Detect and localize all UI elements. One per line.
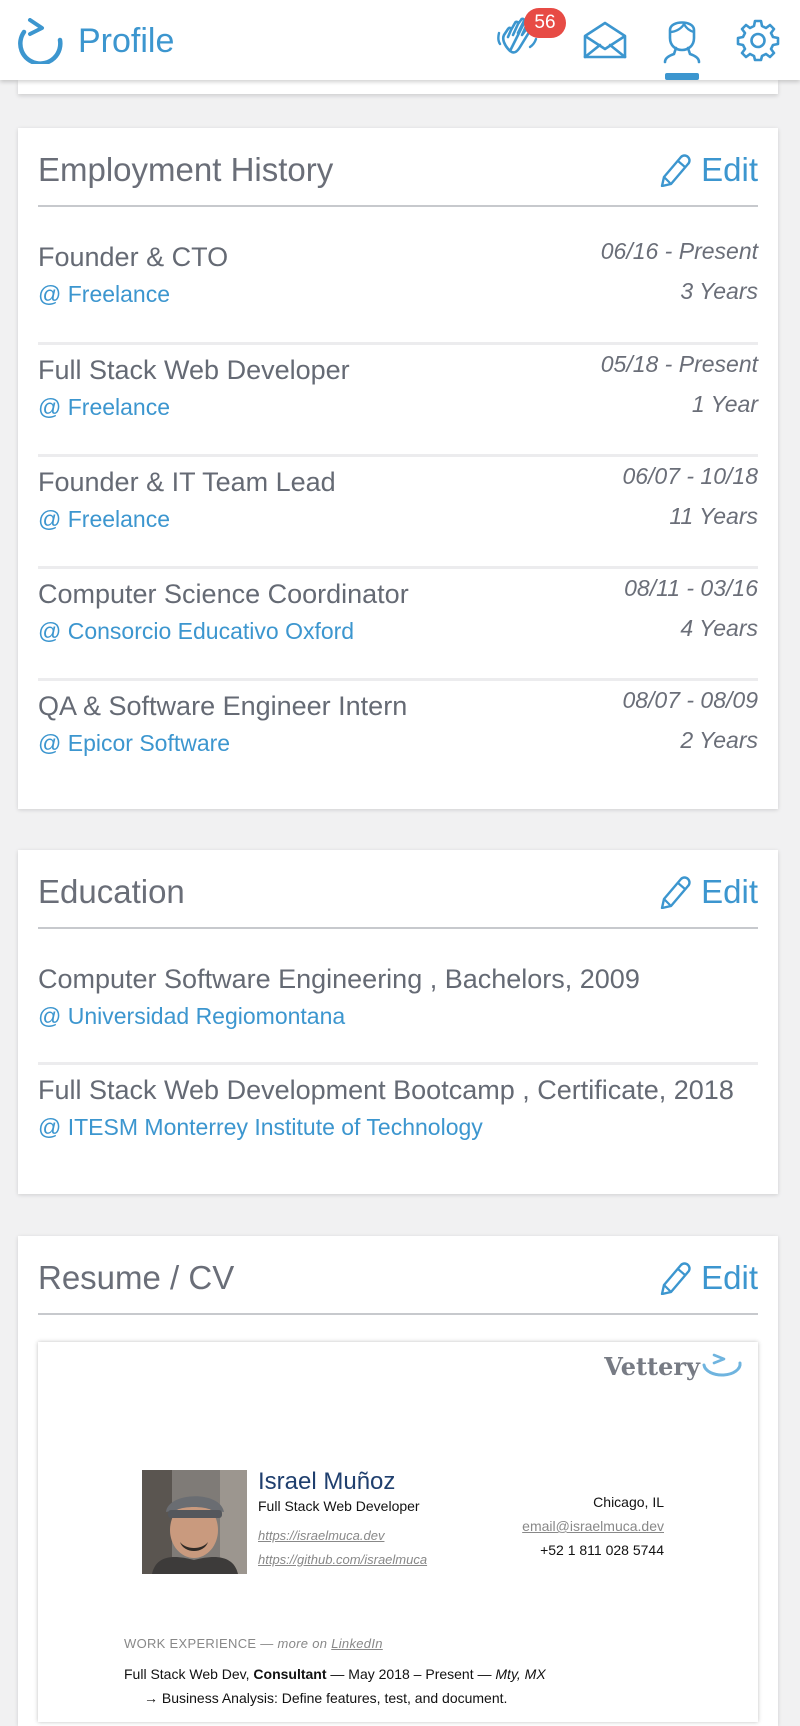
job-duration: 2 Years [680, 727, 758, 753]
job-duration: 3 Years [680, 278, 758, 304]
linkedin-link[interactable]: LinkedIn [331, 1636, 383, 1651]
job-duration: 1 Year [691, 391, 758, 417]
job-title: Founder & CTO [38, 242, 229, 272]
avatar [142, 1470, 247, 1574]
envelope-icon [583, 21, 627, 59]
job-dates: 06/07 - 10/18 [622, 463, 758, 489]
pencil-icon [660, 154, 691, 187]
gear-icon [736, 19, 780, 62]
job-title: Full Stack Web Dev, [124, 1666, 250, 1682]
resume-preview[interactable]: Vettery Israel Muñoz Full Stack Web Deve… [38, 1342, 758, 1722]
resume-edit-button[interactable]: Edit [659, 1256, 758, 1300]
job-role: Consultant [253, 1666, 327, 1682]
education-edit-button[interactable]: Edit [659, 870, 758, 914]
employment-history-card: Employment History Edit Founder & CTO @ … [18, 128, 778, 809]
user-icon [663, 21, 701, 64]
degree-title: Computer Software Engineering , Bachelor… [38, 964, 640, 994]
edit-label: Edit [701, 151, 758, 188]
job-dates: 06/16 - Present [600, 238, 758, 264]
degree-title: Full Stack Web Development Bootcamp , Ce… [38, 1075, 734, 1105]
resume-job-line: Full Stack Web Dev, Consultant — May 201… [124, 1666, 546, 1682]
resume-brand-text: Vettery [604, 1352, 700, 1381]
job-duration: 4 Years [680, 615, 758, 641]
company-link[interactable]: @ Freelance [38, 279, 170, 309]
company-link[interactable]: @ Epicor Software [38, 728, 230, 758]
education-item[interactable]: Computer Software Engineering , Bachelor… [38, 942, 758, 1052]
section-more: — more on [260, 1636, 328, 1651]
profile-photo [142, 1470, 247, 1574]
edit-label: Edit [701, 1259, 758, 1296]
brand[interactable]: Profile [16, 18, 174, 64]
vettery-logo-icon [702, 1353, 742, 1377]
job-dates: 05/18 - Present [600, 351, 758, 377]
resume-phone: +52 1 811 028 5744 [540, 1542, 664, 1558]
resume-title: Resume / CV [38, 1259, 235, 1296]
job-duration: 11 Years [669, 503, 758, 529]
job-location: Mty, MX [495, 1666, 546, 1682]
resume-section-heading: WORK EXPERIENCE — more on LinkedIn [124, 1636, 383, 1651]
resume-location: Chicago, IL [593, 1494, 664, 1510]
page-title: Profile [78, 22, 175, 60]
edit-label: Edit [701, 873, 758, 910]
resume-github-link[interactable]: https://github.com/israelmuca [258, 1552, 427, 1567]
notification-badge: 56 [524, 8, 566, 38]
employment-item[interactable]: Founder & IT Team Lead @ Freelance 06/07… [38, 454, 758, 563]
resume-card: Resume / CV Edit Vettery Israel Muñoz Fu… [18, 1236, 778, 1726]
school-link[interactable]: @ Universidad Regiomontana [38, 1001, 345, 1031]
education-card: Education Edit Computer Software Enginee… [18, 850, 778, 1194]
employment-header: Employment History Edit [38, 128, 758, 207]
job-title: Full Stack Web Developer [38, 355, 350, 385]
pencil-icon [660, 876, 691, 909]
nav-profile[interactable] [657, 14, 707, 66]
vettery-logo-icon [18, 18, 63, 64]
top-bar: Profile 56 [0, 0, 800, 80]
job-dates: 08/11 - 03/16 [624, 575, 758, 601]
job-title: Founder & IT Team Lead [38, 467, 336, 497]
job-title: Computer Science Coordinator [38, 579, 409, 609]
education-title: Education [38, 873, 185, 910]
education-header: Education Edit [38, 850, 758, 929]
employment-edit-button[interactable]: Edit [659, 148, 758, 192]
section-title: WORK EXPERIENCE [124, 1636, 257, 1651]
company-link[interactable]: @ Consorcio Educativo Oxford [38, 616, 354, 646]
employment-item[interactable]: QA & Software Engineer Intern @ Epicor S… [38, 678, 758, 787]
employment-item[interactable]: Founder & CTO @ Freelance 06/16 - Presen… [38, 220, 758, 328]
resume-name: Israel Muñoz [258, 1468, 396, 1495]
company-link[interactable]: @ Freelance [38, 504, 170, 534]
education-item[interactable]: Full Stack Web Development Bootcamp , Ce… [38, 1062, 758, 1171]
employment-item[interactable]: Full Stack Web Developer @ Freelance 05/… [38, 342, 758, 451]
nav-messages[interactable] [580, 14, 630, 66]
resume-bullet: → Business Analysis: Define features, te… [144, 1690, 507, 1706]
company-link[interactable]: @ Freelance [38, 392, 170, 422]
resume-header: Resume / CV Edit [38, 1236, 758, 1315]
job-title: QA & Software Engineer Intern [38, 691, 408, 721]
job-dates: — May 2018 – Present — [330, 1666, 492, 1682]
resume-email[interactable]: email@israelmuca.dev [522, 1518, 664, 1534]
bullet-text: Business Analysis: Define features, test… [161, 1690, 508, 1706]
resume-brand: Vettery [604, 1352, 744, 1381]
job-dates: 08/07 - 08/09 [622, 687, 758, 713]
nav-settings[interactable] [733, 14, 783, 66]
employment-item[interactable]: Computer Science Coordinator @ Consorcio… [38, 566, 758, 675]
resume-role: Full Stack Web Developer [258, 1498, 420, 1514]
employment-title: Employment History [38, 151, 334, 188]
resume-website-link[interactable]: https://israelmuca.dev [258, 1528, 384, 1543]
pencil-icon [660, 1262, 691, 1295]
active-tab-indicator [665, 73, 699, 80]
previous-card-bottom [18, 80, 778, 94]
arrow-icon: → [144, 1690, 158, 1706]
school-link[interactable]: @ ITESM Monterrey Institute of Technolog… [38, 1112, 483, 1142]
